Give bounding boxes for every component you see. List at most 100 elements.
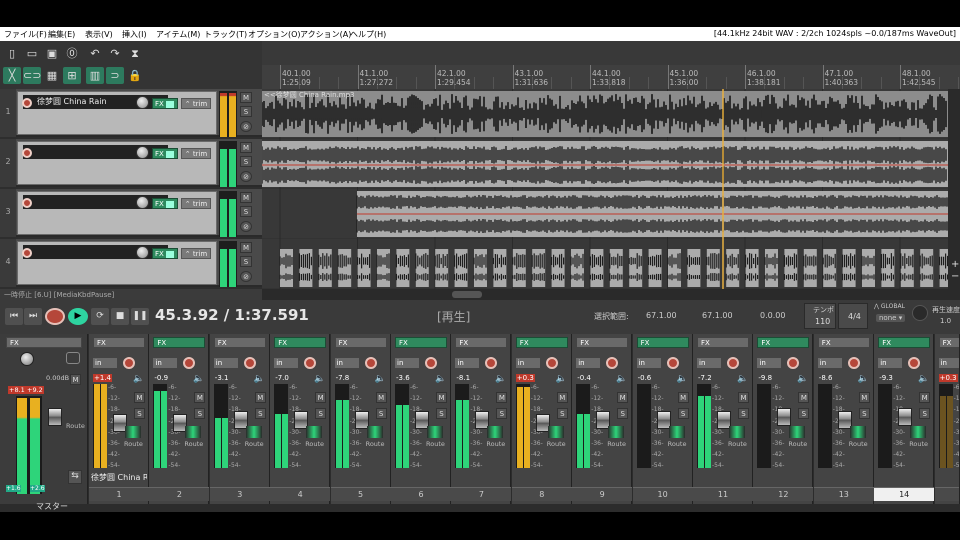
zoom-in-icon[interactable]: +: [951, 259, 959, 270]
solo-button[interactable]: S: [436, 408, 447, 419]
master-pan-knob[interactable]: [20, 352, 34, 366]
input-button[interactable]: in: [757, 358, 782, 368]
record-arm-button[interactable]: [243, 357, 256, 369]
timeline-ruler[interactable]: 40.1.00 1:25.09 41.1.00 1:27.272 42.1.00 1:29…: [262, 41, 960, 89]
timesig-box[interactable]: 4/4: [838, 303, 868, 329]
mute-button[interactable]: M: [254, 392, 266, 403]
mute-button[interactable]: M: [556, 392, 568, 403]
playrate-knob[interactable]: [912, 305, 928, 321]
menu-insert[interactable]: 挿入(I): [122, 29, 147, 40]
selection-length[interactable]: 0.0.00: [760, 311, 785, 320]
strip-fx-button[interactable]: FX: [576, 337, 629, 348]
input-button[interactable]: in: [938, 358, 959, 368]
input-button[interactable]: in: [213, 358, 238, 368]
speaker-icon[interactable]: 🔈: [193, 374, 204, 384]
solo-button[interactable]: S: [919, 408, 931, 419]
master-fader[interactable]: [48, 408, 62, 426]
playrate-value[interactable]: 1.0: [940, 317, 951, 325]
input-button[interactable]: in: [576, 358, 601, 368]
zoom-out-icon[interactable]: −: [951, 271, 959, 282]
route-io-icon[interactable]: [125, 426, 141, 438]
record-arm-button[interactable]: [304, 357, 317, 369]
route-io-icon[interactable]: [185, 426, 202, 438]
record-button[interactable]: [45, 308, 65, 325]
mute-button[interactable]: M: [496, 392, 508, 403]
mute-button[interactable]: M: [240, 142, 252, 153]
track-panel[interactable]: FX ⌃ trim: [17, 191, 217, 235]
menu-actions[interactable]: アクション(A): [300, 29, 351, 40]
open-project-icon[interactable]: ▭: [23, 45, 41, 62]
redo-icon[interactable]: ↷: [106, 45, 124, 62]
menu-file[interactable]: ファイル(F): [4, 29, 47, 40]
strip-number[interactable]: 13: [813, 487, 874, 501]
metronome-icon[interactable]: ⧗: [126, 45, 144, 62]
mute-button[interactable]: M: [240, 92, 252, 103]
strip-number[interactable]: 5: [330, 487, 391, 501]
solo-button[interactable]: S: [556, 408, 568, 419]
speaker-icon[interactable]: 🔈: [375, 374, 386, 384]
stop-button[interactable]: ■: [111, 308, 129, 325]
input-button[interactable]: in: [334, 358, 359, 368]
route-label[interactable]: Route: [366, 440, 385, 448]
new-project-icon[interactable]: ▯: [3, 45, 21, 62]
record-arm-button[interactable]: [485, 357, 498, 369]
speaker-icon[interactable]: 🔈: [737, 374, 748, 384]
volume-knob[interactable]: [136, 196, 149, 209]
selection-end[interactable]: 67.1.00: [702, 311, 733, 320]
input-button[interactable]: in: [274, 358, 299, 368]
position-display[interactable]: 45.3.92 / 1:37.591: [155, 306, 309, 324]
record-arm-button[interactable]: [545, 357, 558, 369]
speaker-icon[interactable]: 🔈: [858, 374, 869, 384]
solo-button[interactable]: S: [254, 408, 266, 419]
master-mono-button[interactable]: M: [70, 374, 81, 385]
solo-button[interactable]: S: [240, 206, 252, 217]
repeat-icon[interactable]: ⟳: [91, 308, 109, 325]
speaker-icon[interactable]: 🔈: [495, 374, 506, 384]
strip-fx-button[interactable]: FX: [334, 337, 387, 348]
volume-knob[interactable]: [136, 96, 149, 109]
record-arm-button[interactable]: [22, 148, 32, 158]
lock-icon[interactable]: 🔒: [126, 67, 144, 84]
strip-fx-button[interactable]: FX: [697, 337, 749, 348]
track-panel[interactable]: 徐梦圆 China Rain FX ⌃ trim: [17, 91, 217, 135]
route-io-icon[interactable]: [608, 426, 625, 438]
route-label[interactable]: Route: [849, 440, 868, 448]
track-panel[interactable]: FX ⌃ trim: [17, 141, 217, 185]
record-arm-button[interactable]: [22, 248, 32, 258]
phase-icon[interactable]: ⊘: [240, 171, 252, 182]
input-button[interactable]: in: [817, 358, 842, 368]
strip-fx-button[interactable]: FX: [395, 337, 447, 348]
strip-fx-button[interactable]: FX: [817, 337, 870, 348]
speaker-icon[interactable]: 🔈: [918, 374, 929, 384]
mute-button[interactable]: M: [134, 392, 145, 403]
strip-fx-button[interactable]: FX: [938, 337, 959, 348]
mute-button[interactable]: M: [315, 392, 327, 403]
go-end-icon[interactable]: ⏭: [24, 308, 42, 325]
mute-button[interactable]: M: [240, 192, 252, 203]
track-header[interactable]: 3 FX ⌃ trim M S ⊘: [0, 189, 262, 237]
input-button[interactable]: in: [153, 358, 178, 368]
strip-fx-button[interactable]: FX: [153, 337, 206, 348]
route-label[interactable]: Route: [788, 440, 807, 448]
mute-button[interactable]: M: [617, 392, 629, 403]
mute-button[interactable]: M: [677, 392, 689, 403]
input-button[interactable]: in: [515, 358, 540, 368]
speaker-icon[interactable]: 🔈: [254, 374, 265, 384]
strip-fx-button[interactable]: FX: [213, 337, 266, 348]
solo-button[interactable]: S: [240, 106, 252, 117]
tempo-box[interactable]: テンポ 110: [804, 303, 836, 329]
track-fx-button[interactable]: FX: [152, 148, 178, 159]
route-io-icon[interactable]: [910, 426, 927, 438]
menu-options[interactable]: オプション(O): [248, 29, 301, 40]
vertical-scrollbar[interactable]: + −: [948, 89, 960, 289]
phase-icon[interactable]: ⊘: [240, 271, 252, 282]
scroll-thumb[interactable]: [452, 291, 482, 298]
save-project-icon[interactable]: ▣: [43, 45, 61, 62]
fx-bypass-icon[interactable]: [166, 250, 175, 258]
automation-trim-button[interactable]: ⌃ trim: [181, 198, 211, 209]
strip-number[interactable]: 10: [632, 487, 693, 501]
ripple-edit-icon[interactable]: ⊂⊃: [23, 67, 41, 84]
strip-fx-button[interactable]: FX: [757, 337, 810, 348]
go-start-icon[interactable]: ⏮: [5, 308, 23, 325]
route-io-icon[interactable]: [245, 426, 262, 438]
